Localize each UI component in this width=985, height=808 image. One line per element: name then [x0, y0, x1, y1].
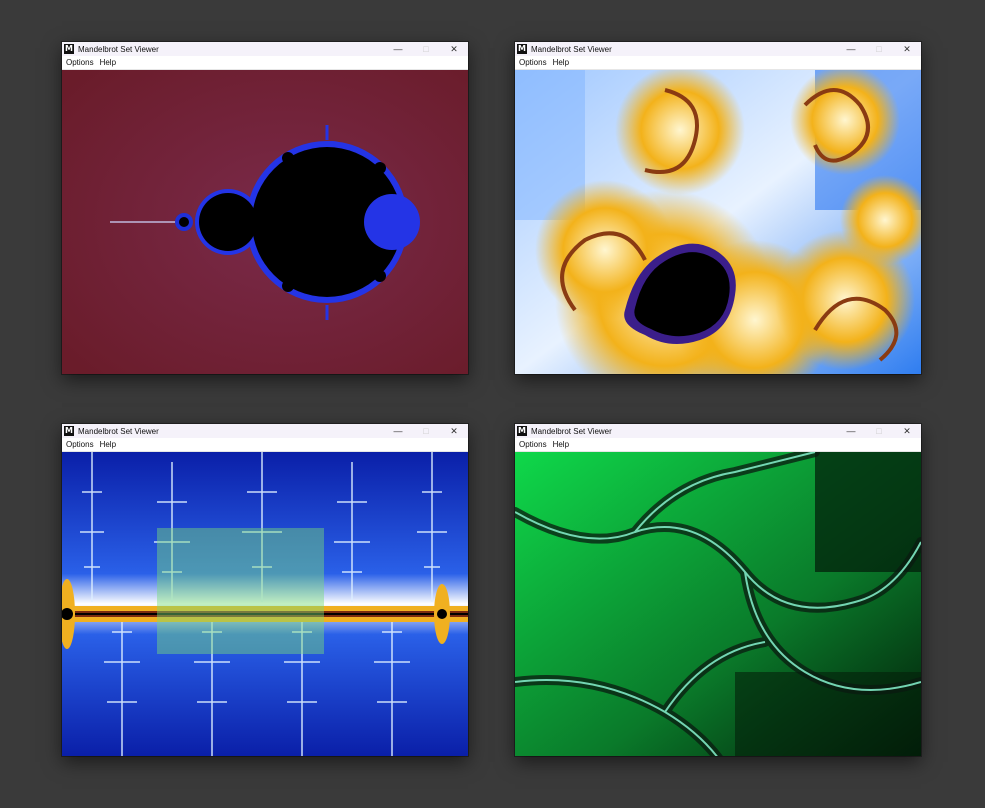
close-button[interactable]: ✕	[893, 424, 921, 438]
app-icon: M	[64, 426, 74, 436]
zoom-selection-rectangle[interactable]	[157, 528, 324, 654]
window-title: Mandelbrot Set Viewer	[531, 426, 612, 436]
title-bar[interactable]: M Mandelbrot Set Viewer — □ ✕	[515, 42, 921, 56]
menu-options[interactable]: Options	[64, 440, 96, 449]
fractal-canvas[interactable]	[515, 452, 921, 756]
title-bar[interactable]: M Mandelbrot Set Viewer — □ ✕	[62, 424, 468, 438]
fractal-canvas[interactable]	[62, 70, 468, 374]
viewer-window-1: M Mandelbrot Set Viewer — □ ✕ Options He…	[62, 42, 468, 374]
viewer-window-2: M Mandelbrot Set Viewer — □ ✕ Options He…	[515, 42, 921, 374]
app-icon: M	[517, 44, 527, 54]
menu-options[interactable]: Options	[64, 58, 96, 67]
minimize-button[interactable]: —	[837, 424, 865, 438]
menu-help[interactable]: Help	[551, 58, 571, 67]
minimize-button[interactable]: —	[384, 42, 412, 56]
maximize-button[interactable]: □	[412, 42, 440, 56]
close-button[interactable]: ✕	[893, 42, 921, 56]
minimize-button[interactable]: —	[837, 42, 865, 56]
maximize-button[interactable]: □	[412, 424, 440, 438]
close-button[interactable]: ✕	[440, 424, 468, 438]
menu-help[interactable]: Help	[98, 440, 118, 449]
window-title: Mandelbrot Set Viewer	[78, 44, 159, 54]
viewer-window-3: M Mandelbrot Set Viewer — □ ✕ Options He…	[62, 424, 468, 756]
app-icon: M	[64, 44, 74, 54]
window-title: Mandelbrot Set Viewer	[78, 426, 159, 436]
menu-options[interactable]: Options	[517, 440, 549, 449]
title-bar[interactable]: M Mandelbrot Set Viewer — □ ✕	[515, 424, 921, 438]
maximize-button[interactable]: □	[865, 424, 893, 438]
menu-bar: Options Help	[62, 56, 468, 70]
menu-bar: Options Help	[515, 56, 921, 70]
menu-help[interactable]: Help	[551, 440, 571, 449]
menu-options[interactable]: Options	[517, 58, 549, 67]
window-title: Mandelbrot Set Viewer	[531, 44, 612, 54]
maximize-button[interactable]: □	[865, 42, 893, 56]
fractal-canvas[interactable]	[515, 70, 921, 374]
viewer-window-4: M Mandelbrot Set Viewer — □ ✕ Options He…	[515, 424, 921, 756]
fractal-canvas[interactable]	[62, 452, 468, 756]
menu-bar: Options Help	[62, 438, 468, 452]
app-icon: M	[517, 426, 527, 436]
menu-bar: Options Help	[515, 438, 921, 452]
title-bar[interactable]: M Mandelbrot Set Viewer — □ ✕	[62, 42, 468, 56]
minimize-button[interactable]: —	[384, 424, 412, 438]
menu-help[interactable]: Help	[98, 58, 118, 67]
close-button[interactable]: ✕	[440, 42, 468, 56]
